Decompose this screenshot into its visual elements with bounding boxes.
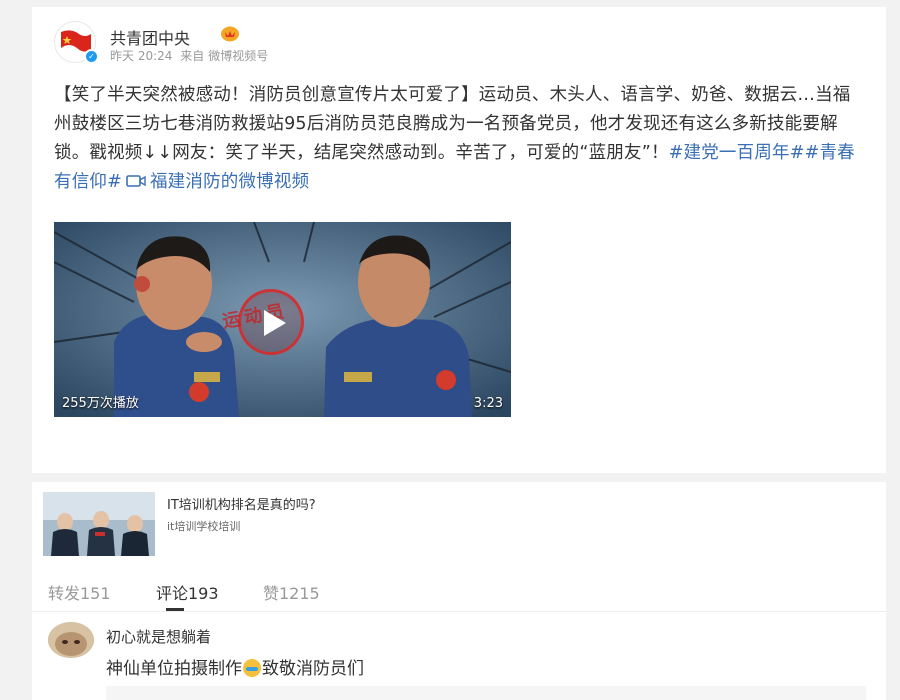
hashtag-link-1[interactable]: #建党一百周年# — [669, 143, 805, 163]
commenter-avatar[interactable] — [48, 622, 94, 658]
ad-image — [43, 492, 155, 556]
ad-card: IT培训机构排名是真的吗? it培训学校培训 转发151 评论193 赞1215 — [32, 482, 886, 612]
ad-subtitle: it培训学校培训 — [167, 520, 241, 533]
video-player[interactable]: 运动员 255万次播放 3:23 — [54, 222, 511, 417]
active-tab-indicator — [166, 608, 184, 611]
tab-comments[interactable]: 评论193 — [156, 580, 219, 604]
comment-text: 神仙单位拍摄制作 致敬消防员们 — [106, 654, 364, 679]
video-duration: 3:23 — [473, 396, 503, 411]
laugh-cry-emoji-icon — [243, 659, 261, 677]
play-icon[interactable] — [264, 310, 286, 336]
comment-replies-preview[interactable] — [106, 686, 866, 700]
tab-repost[interactable]: 转发151 — [48, 580, 111, 604]
comments-section: 初心就是想躺着 神仙单位拍摄制作 致敬消防员们 — [32, 612, 886, 700]
comment-text-part-2: 致敬消防员们 — [262, 659, 364, 679]
verified-badge-icon: ✓ — [84, 49, 99, 64]
post-source-prefix: 来自 — [180, 49, 205, 63]
post-time[interactable]: 昨天 20:24 — [110, 49, 172, 63]
weibo-post-card: ✓ 共青团中央 昨天 20:24 来自 微博视频号 【笑了半天突然被感动！消防员创… — [32, 7, 886, 473]
tab-likes[interactable]: 赞1215 — [263, 580, 320, 604]
interaction-tabs: 转发151 评论193 赞1215 — [32, 578, 886, 612]
video-play-count: 255万次播放 — [62, 396, 139, 411]
ad-thumbnail[interactable] — [43, 492, 155, 556]
video-source-link[interactable]: 福建消防的微博视频 — [150, 172, 309, 192]
post-source[interactable]: 微博视频号 — [208, 49, 268, 63]
video-link-icon — [126, 175, 146, 187]
post-body: 【笑了半天突然被感动！消防员创意宣传片太可爱了】运动员、木头人、语言学、奶爸、数… — [54, 81, 864, 197]
comment-text-part-1: 神仙单位拍摄制作 — [106, 659, 242, 679]
post-author-name[interactable]: 共青团中央 — [110, 25, 190, 49]
commenter-name[interactable]: 初心就是想躺着 — [106, 626, 211, 647]
post-meta: 昨天 20:24 来自 微博视频号 — [110, 47, 272, 64]
member-badge-icon[interactable] — [220, 25, 240, 43]
ad-title[interactable]: IT培训机构排名是真的吗? — [167, 494, 316, 513]
cat-avatar-icon — [48, 622, 94, 658]
